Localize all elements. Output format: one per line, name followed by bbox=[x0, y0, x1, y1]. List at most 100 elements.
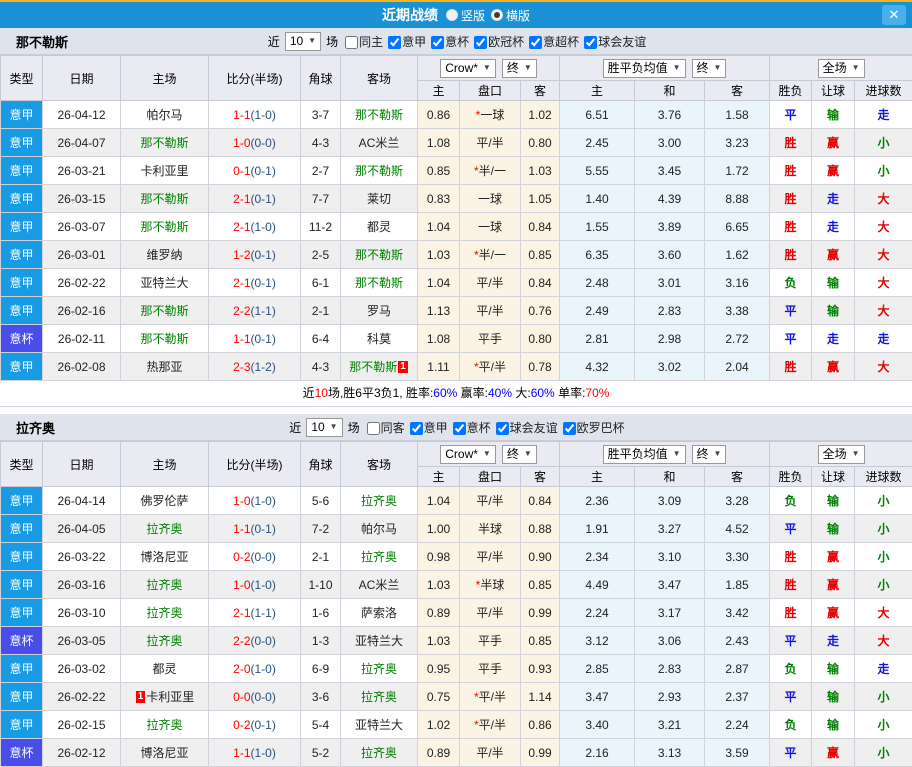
games-label: 场 bbox=[326, 33, 338, 50]
league-filter-2-checkbox[interactable] bbox=[496, 422, 509, 435]
away-team-cell: 亚特兰大 bbox=[341, 711, 418, 739]
corner-cell: 6-9 bbox=[301, 655, 341, 683]
corner-cell: 6-1 bbox=[301, 269, 341, 297]
league-filter-0[interactable]: 意甲 bbox=[405, 419, 448, 436]
match-row: 意甲26-03-21卡利亚里0-1(0-1)2-7那不勒斯0.85*半/一1.0… bbox=[1, 157, 912, 185]
avg-home-cell: 2.85 bbox=[560, 655, 635, 683]
league-filter-3-checkbox[interactable] bbox=[563, 422, 576, 435]
away-team-name: 那不勒斯 bbox=[355, 248, 403, 262]
league-filter-4-checkbox[interactable] bbox=[584, 36, 597, 49]
avg-final-select-value: 终 bbox=[697, 446, 709, 462]
scope-select[interactable]: 全场▼ bbox=[818, 445, 865, 464]
matches-table: 类型日期主场比分(半场)角球客场Crow*▼终▼胜平负均值▼终▼全场▼主盘口客主… bbox=[0, 441, 912, 767]
dropdown-arrow-icon: ▼ bbox=[483, 60, 491, 76]
league-filter-1-checkbox[interactable] bbox=[431, 36, 444, 49]
league-filter-2-checkbox[interactable] bbox=[474, 36, 487, 49]
odds-company-select[interactable]: Crow*▼ bbox=[440, 445, 496, 464]
date-cell: 26-03-15 bbox=[43, 185, 121, 213]
result-cell: 胜 bbox=[770, 185, 812, 213]
league-filter-0-checkbox[interactable] bbox=[388, 36, 401, 49]
league-filter-1-checkbox[interactable] bbox=[453, 422, 466, 435]
same-venue-checkbox[interactable] bbox=[345, 36, 358, 49]
match-row: 意甲26-04-05拉齐奥1-1(0-1)7-2帕尔马1.00半球0.881.9… bbox=[1, 515, 912, 543]
halftime-score: (0-1) bbox=[251, 332, 276, 346]
handicap-cell: 平/半 bbox=[460, 487, 521, 515]
same-venue[interactable]: 同客 bbox=[362, 419, 405, 436]
date-cell: 26-02-08 bbox=[43, 353, 121, 381]
vertical-layout-radio[interactable]: 竖版 bbox=[446, 7, 485, 24]
handicap-text: 一球 bbox=[480, 108, 504, 122]
handicap-cell: *半/一 bbox=[460, 157, 521, 185]
home-team-name: 帕尔马 bbox=[146, 108, 182, 122]
league-filter-0-checkbox[interactable] bbox=[410, 422, 423, 435]
date-cell: 26-03-22 bbox=[43, 543, 121, 571]
near-label: 近 bbox=[289, 419, 301, 436]
match-count-select[interactable]: 10▼ bbox=[306, 418, 342, 437]
league-filter-4[interactable]: 球会友谊 bbox=[579, 33, 646, 50]
team-name: 拉齐奥 bbox=[16, 418, 55, 437]
halftime-score: (0-1) bbox=[251, 192, 276, 206]
league-filter-0[interactable]: 意甲 bbox=[383, 33, 426, 50]
home-odds-cell: 1.08 bbox=[418, 325, 460, 353]
odds-final-select[interactable]: 终▼ bbox=[502, 445, 537, 464]
fulltime-score: 2-2 bbox=[233, 634, 250, 648]
odds-final-select-value: 终 bbox=[507, 446, 519, 462]
away-team-name: AC米兰 bbox=[359, 578, 400, 592]
same-venue[interactable]: 同主 bbox=[340, 33, 383, 50]
sub-column-header: 主 bbox=[418, 467, 460, 487]
fulltime-score: 2-1 bbox=[233, 276, 250, 290]
home-team-name: 热那亚 bbox=[146, 360, 182, 374]
avg-final-select[interactable]: 终▼ bbox=[692, 445, 727, 464]
avg-away-cell: 3.28 bbox=[705, 487, 770, 515]
match-row: 意甲26-03-10拉齐奥2-1(1-1)1-6萨索洛0.89平/半0.992.… bbox=[1, 599, 912, 627]
handicap-text: 平/半 bbox=[476, 276, 503, 290]
league-filter-1[interactable]: 意杯 bbox=[448, 419, 491, 436]
halftime-score: (1-0) bbox=[251, 746, 276, 760]
home-team-cell: 那不勒斯 bbox=[121, 185, 209, 213]
result-cell: 胜 bbox=[770, 353, 812, 381]
avg-draw-cell: 3.60 bbox=[635, 241, 705, 269]
away-odds-cell: 0.99 bbox=[521, 599, 560, 627]
dropdown-arrow-icon: ▼ bbox=[714, 446, 722, 462]
score-cell: 1-1(0-1) bbox=[209, 325, 301, 353]
handicap-result-cell: 赢 bbox=[812, 739, 855, 767]
summary-segment: 40% bbox=[488, 386, 512, 400]
avg-final-select[interactable]: 终▼ bbox=[692, 59, 727, 78]
halftime-score: (1-0) bbox=[251, 494, 276, 508]
handicap-result-cell: 输 bbox=[812, 269, 855, 297]
avg-away-cell: 6.65 bbox=[705, 213, 770, 241]
match-count-select[interactable]: 10▼ bbox=[285, 32, 321, 51]
league-cell: 意甲 bbox=[1, 599, 43, 627]
odds-final-select[interactable]: 终▼ bbox=[502, 59, 537, 78]
league-cell: 意杯 bbox=[1, 739, 43, 767]
league-filter-3-checkbox[interactable] bbox=[529, 36, 542, 49]
avg-away-cell: 1.85 bbox=[705, 571, 770, 599]
avg-away-cell: 3.23 bbox=[705, 129, 770, 157]
home-odds-cell: 1.03 bbox=[418, 627, 460, 655]
league-filter-2[interactable]: 球会友谊 bbox=[491, 419, 558, 436]
close-button[interactable]: ✕ bbox=[882, 5, 906, 25]
horizontal-layout-radio[interactable]: 横版 bbox=[491, 7, 530, 24]
avg-select[interactable]: 胜平负均值▼ bbox=[603, 445, 686, 464]
league-cell: 意甲 bbox=[1, 487, 43, 515]
league-filter-2[interactable]: 欧冠杯 bbox=[469, 33, 524, 50]
handicap-result-cell: 输 bbox=[812, 655, 855, 683]
handicap-result-cell: 输 bbox=[812, 297, 855, 325]
sub-column-header: 让球 bbox=[812, 467, 855, 487]
handicap-result-cell: 走 bbox=[812, 325, 855, 353]
avg-draw-cell: 2.83 bbox=[635, 655, 705, 683]
avg-select[interactable]: 胜平负均值▼ bbox=[603, 59, 686, 78]
dropdown-arrow-icon: ▼ bbox=[714, 60, 722, 76]
league-cell: 意甲 bbox=[1, 129, 43, 157]
league-filter-3[interactable]: 意超杯 bbox=[524, 33, 579, 50]
goals-result-cell: 小 bbox=[855, 711, 912, 739]
odds-company-select[interactable]: Crow*▼ bbox=[440, 59, 496, 78]
scope-select[interactable]: 全场▼ bbox=[818, 59, 865, 78]
date-cell: 26-04-12 bbox=[43, 101, 121, 129]
same-venue-checkbox[interactable] bbox=[367, 422, 380, 435]
league-filter-3[interactable]: 欧罗巴杯 bbox=[558, 419, 625, 436]
league-filter-1[interactable]: 意杯 bbox=[426, 33, 469, 50]
date-cell: 26-03-07 bbox=[43, 213, 121, 241]
home-odds-cell: 0.89 bbox=[418, 599, 460, 627]
handicap-result-cell: 输 bbox=[812, 101, 855, 129]
